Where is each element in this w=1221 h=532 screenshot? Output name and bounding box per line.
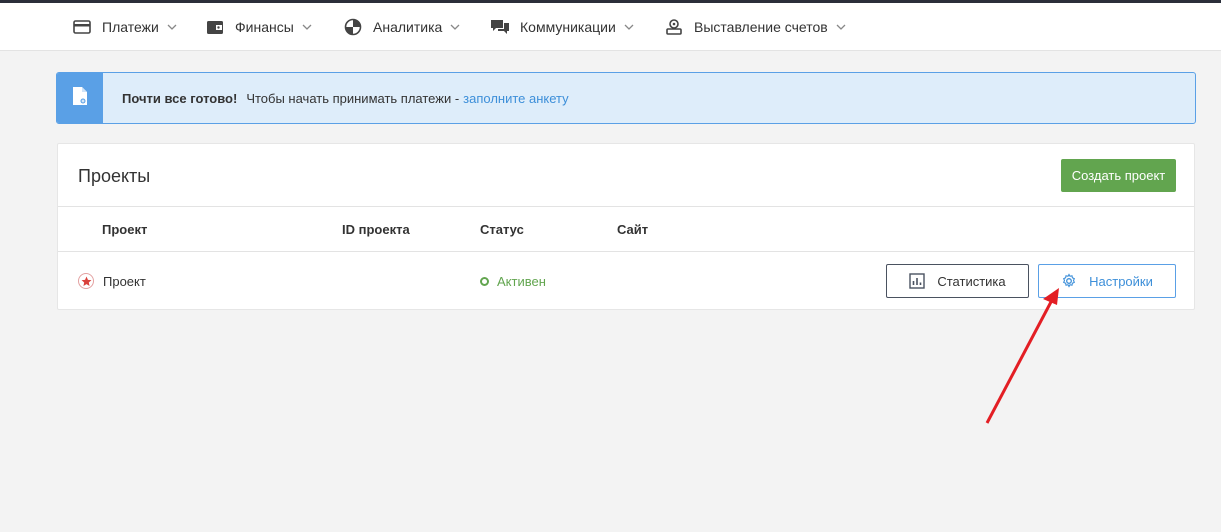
invoice-icon: [664, 17, 684, 37]
card-icon: [72, 17, 92, 37]
panel-title: Проекты: [78, 166, 151, 186]
nav-item-invoicing[interactable]: Выставление счетов: [664, 3, 846, 51]
nav-item-label: Платежи: [102, 19, 159, 35]
alert-text: Чтобы начать принимать платежи -: [246, 90, 460, 106]
status-badge: Активен: [480, 274, 546, 289]
favorite-star-icon[interactable]: [78, 273, 94, 289]
chat-icon: [490, 17, 510, 37]
statistics-button[interactable]: Статистика: [886, 264, 1029, 298]
document-icon: [72, 86, 88, 111]
alert-icon-area: [57, 73, 103, 123]
nav-item-label: Аналитика: [373, 19, 443, 35]
gear-icon: [1061, 273, 1077, 289]
column-header-project: Проект: [102, 222, 148, 237]
wallet-icon: [205, 17, 225, 37]
settings-button-label: Настройки: [1089, 273, 1153, 289]
divider: [58, 251, 1194, 252]
nav-item-finance[interactable]: Финансы: [205, 3, 312, 51]
alert-message: Почти все готово! Чтобы начать принимать…: [122, 73, 569, 123]
fill-form-link[interactable]: заполните анкету: [463, 91, 569, 106]
pie-chart-icon: [343, 17, 363, 37]
nav-item-payments[interactable]: Платежи: [72, 3, 177, 51]
settings-button[interactable]: Настройки: [1038, 264, 1176, 298]
statistics-icon: [909, 273, 926, 289]
nav-item-label: Выставление счетов: [694, 19, 828, 35]
nav-item-label: Коммуникации: [520, 19, 616, 35]
status-label: Активен: [497, 274, 546, 289]
nav-item-label: Финансы: [235, 19, 294, 35]
create-project-button[interactable]: Создать проект: [1061, 159, 1176, 192]
status-dot-icon: [480, 277, 489, 286]
alert-title: Почти все готово!: [122, 90, 238, 106]
onboarding-alert: Почти все готово! Чтобы начать принимать…: [56, 72, 1196, 124]
chevron-down-icon: [450, 24, 460, 30]
divider: [58, 206, 1194, 207]
chevron-down-icon: [624, 24, 634, 30]
nav-item-analytics[interactable]: Аналитика: [343, 3, 460, 51]
chevron-down-icon: [167, 24, 177, 30]
top-navbar: Платежи Финансы Аналитика Коммуникации В…: [0, 3, 1221, 51]
column-header-status: Статус: [480, 222, 524, 237]
column-header-id: ID проекта: [342, 222, 410, 237]
chevron-down-icon: [836, 24, 846, 30]
column-header-site: Сайт: [617, 222, 649, 237]
nav-item-communications[interactable]: Коммуникации: [490, 3, 634, 51]
project-name[interactable]: Проект: [103, 274, 146, 289]
statistics-button-label: Статистика: [937, 273, 1006, 289]
chevron-down-icon: [302, 24, 312, 30]
projects-panel: Проекты Создать проект Проект ID проекта…: [57, 143, 1195, 310]
